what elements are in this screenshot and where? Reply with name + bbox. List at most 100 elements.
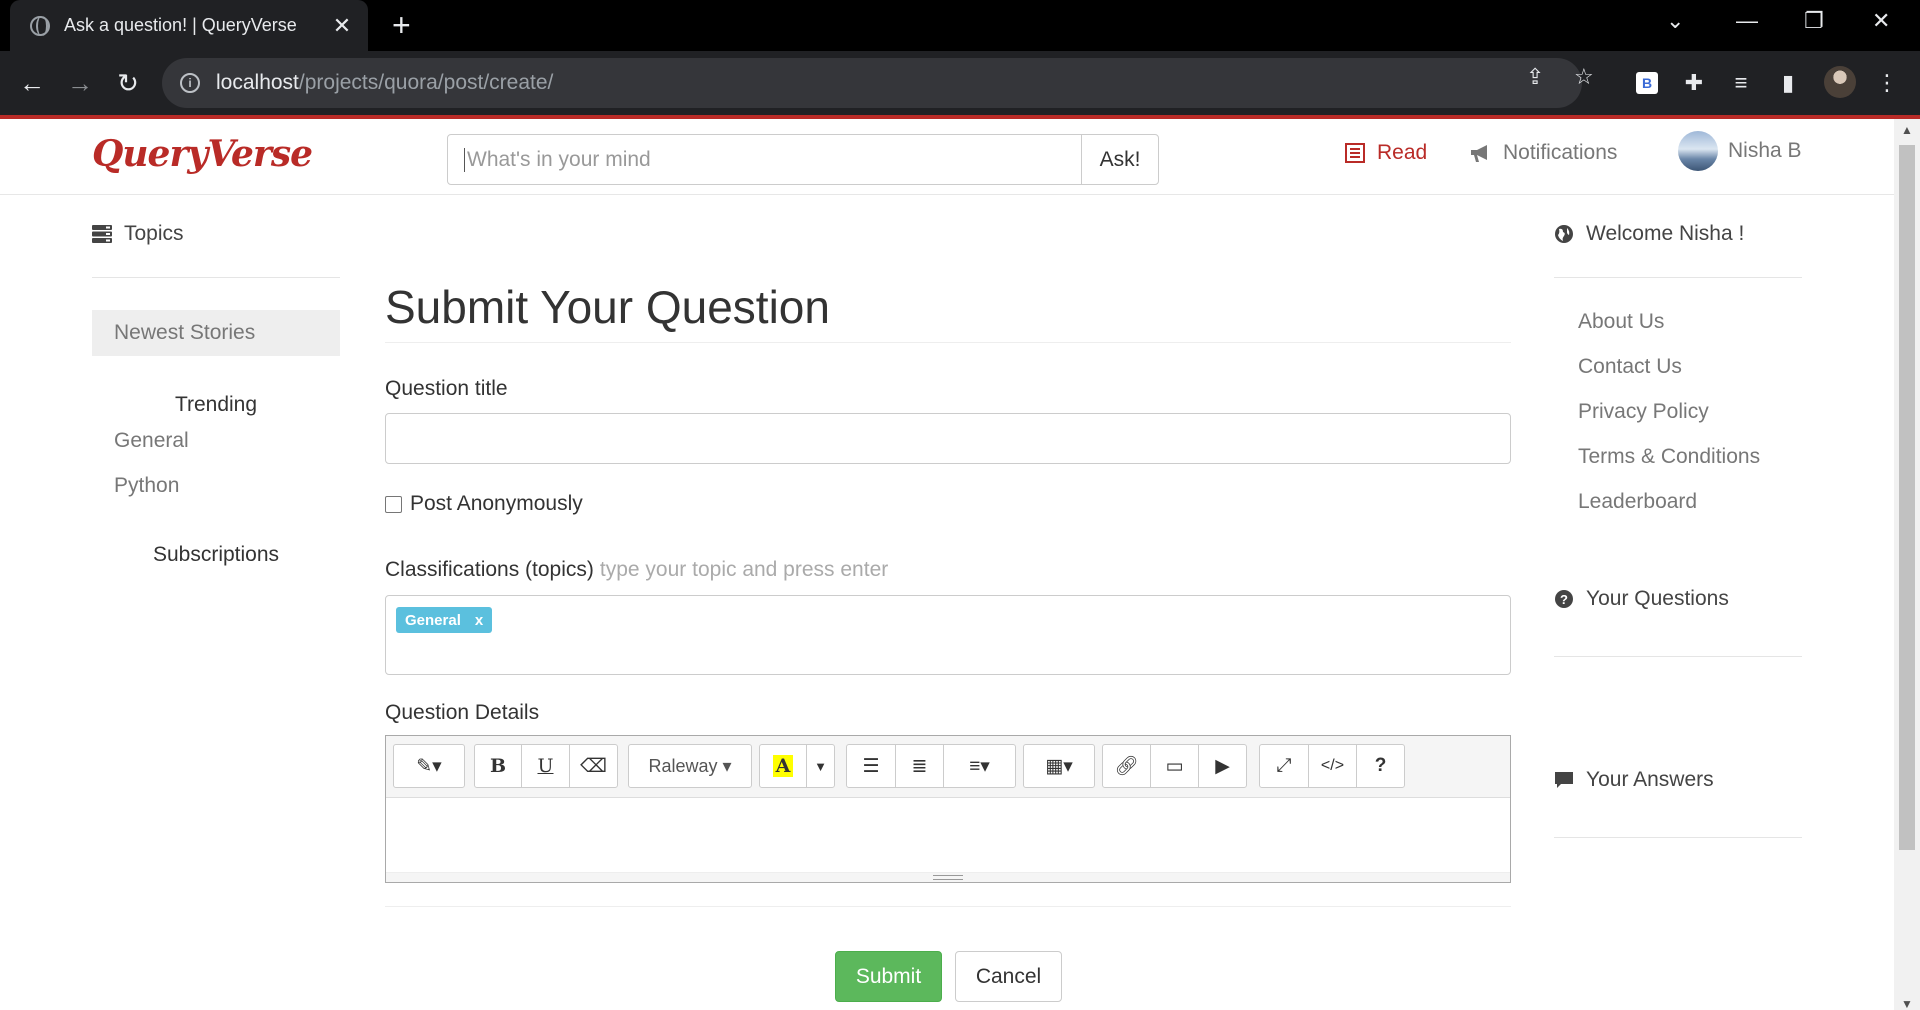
media-queue-icon[interactable]: ≡ bbox=[1726, 68, 1756, 98]
post-anonymously-label: Post Anonymously bbox=[410, 492, 583, 515]
tasks-icon bbox=[92, 225, 112, 243]
grip-icon bbox=[933, 875, 963, 880]
scroll-up-icon[interactable]: ▲ bbox=[1901, 123, 1913, 137]
trending-item-python[interactable]: Python bbox=[114, 474, 179, 498]
extension-b-icon[interactable]: B bbox=[1636, 72, 1658, 94]
ask-button[interactable]: Ask! bbox=[1081, 134, 1159, 185]
topics-hint: type your topic and press enter bbox=[599, 558, 889, 581]
topics-tag-input[interactable]: General x bbox=[385, 595, 1511, 675]
back-icon[interactable]: ← bbox=[14, 65, 50, 101]
nav-user-menu[interactable]: Nisha B bbox=[1678, 131, 1802, 171]
question-title-label: Question title bbox=[385, 377, 508, 400]
brand-logo[interactable]: QueryVerse bbox=[92, 133, 313, 175]
post-anonymously-option[interactable]: Post Anonymously bbox=[385, 492, 583, 516]
post-anonymously-checkbox[interactable] bbox=[385, 495, 402, 513]
contact-us-link[interactable]: Contact Us bbox=[1578, 355, 1682, 379]
nav-read-link[interactable]: Read bbox=[1345, 141, 1427, 165]
browser-profile-avatar[interactable] bbox=[1824, 66, 1856, 98]
divider bbox=[1554, 837, 1802, 838]
submit-button[interactable]: Submit bbox=[835, 951, 942, 1002]
browser-tab[interactable]: Ask a question! | QueryVerse ✕ bbox=[10, 0, 368, 51]
minimize-button[interactable]: — bbox=[1736, 8, 1758, 34]
your-questions-link[interactable]: ? Your Questions bbox=[1554, 587, 1729, 611]
browser-toolbar: ← → ↻ i localhost/projects/quora/post/cr… bbox=[0, 51, 1920, 115]
terms-conditions-link[interactable]: Terms & Conditions bbox=[1578, 445, 1760, 469]
font-color-icon[interactable]: A bbox=[759, 744, 807, 788]
tab-search-icon[interactable]: ⌄ bbox=[1666, 8, 1684, 34]
bookmark-star-icon[interactable]: ☆ bbox=[1574, 64, 1594, 90]
font-family-select[interactable]: Raleway ▾ bbox=[628, 744, 752, 788]
divider bbox=[1554, 656, 1802, 657]
nav-read-label: Read bbox=[1377, 141, 1428, 164]
search-input[interactable]: What's in your mind bbox=[447, 134, 1082, 185]
style-magic-icon[interactable]: ✎▾ bbox=[393, 744, 465, 788]
chevron-down-icon[interactable]: ▼ bbox=[806, 744, 835, 788]
topics-label-text: Classifications (topics) bbox=[385, 558, 594, 581]
bullet-list-icon[interactable]: ☰ bbox=[846, 744, 896, 788]
topic-tag: General x bbox=[396, 607, 493, 633]
editor-toolbar: ✎▾ B U ⌫ Raleway ▾ A ▼ ☰ ≣ ≡▾ ▦▾ 🔗︎ ▭ ▶ … bbox=[386, 736, 1510, 798]
divider bbox=[385, 342, 1511, 343]
question-circle-icon: ? bbox=[1555, 590, 1573, 608]
welcome-text: Welcome Nisha ! bbox=[1586, 222, 1745, 245]
topics-heading[interactable]: Topics bbox=[92, 222, 184, 246]
search-placeholder: What's in your mind bbox=[467, 147, 651, 171]
privacy-policy-link[interactable]: Privacy Policy bbox=[1578, 400, 1709, 424]
trending-item-general[interactable]: General bbox=[114, 429, 189, 453]
underline-button[interactable]: U bbox=[521, 744, 570, 788]
reload-icon[interactable]: ↻ bbox=[110, 65, 146, 101]
avatar bbox=[1678, 131, 1718, 171]
menu-kebab-icon[interactable]: ⋮ bbox=[1872, 68, 1902, 98]
nav-notifications-link[interactable]: Notifications bbox=[1469, 141, 1617, 165]
globe-icon bbox=[1555, 225, 1573, 243]
extensions-puzzle-icon[interactable]: ✚ bbox=[1679, 68, 1709, 98]
text-caret bbox=[464, 147, 465, 172]
subscriptions-heading: Subscriptions bbox=[152, 543, 280, 566]
page-title: Submit Your Question bbox=[385, 281, 830, 333]
side-panel-icon[interactable]: ▮ bbox=[1773, 68, 1803, 98]
nav-notifications-label: Notifications bbox=[1503, 141, 1618, 164]
site-info-icon[interactable]: i bbox=[180, 73, 200, 93]
url-host: localhost bbox=[216, 71, 299, 94]
globe-icon bbox=[30, 15, 50, 36]
code-view-icon[interactable]: </> bbox=[1308, 744, 1357, 788]
share-icon[interactable]: ⇪ bbox=[1526, 64, 1544, 90]
topic-tag-label: General bbox=[405, 611, 461, 629]
your-answers-label: Your Answers bbox=[1586, 768, 1714, 791]
editor-resize-handle[interactable] bbox=[386, 872, 1510, 882]
your-answers-link[interactable]: Your Answers bbox=[1554, 768, 1714, 792]
bullhorn-icon bbox=[1471, 145, 1487, 162]
divider bbox=[385, 906, 1511, 907]
align-icon[interactable]: ≡▾ bbox=[943, 744, 1016, 788]
new-tab-button[interactable]: + bbox=[392, 8, 411, 42]
numbered-list-icon[interactable]: ≣ bbox=[895, 744, 944, 788]
bold-button[interactable]: B bbox=[474, 744, 522, 788]
scrollbar-thumb[interactable] bbox=[1899, 145, 1915, 850]
site-navbar: QueryVerse What's in your mind Ask! Read… bbox=[0, 119, 1894, 195]
eraser-icon[interactable]: ⌫ bbox=[569, 744, 618, 788]
question-title-input[interactable] bbox=[385, 413, 1511, 464]
page-scrollbar[interactable]: ▲ ▼ bbox=[1894, 119, 1920, 1010]
link-icon[interactable]: 🔗︎ bbox=[1102, 744, 1151, 788]
question-details-editor[interactable] bbox=[386, 798, 1510, 872]
leaderboard-link[interactable]: Leaderboard bbox=[1578, 490, 1697, 514]
help-icon[interactable]: ? bbox=[1356, 744, 1405, 788]
restore-button[interactable]: ❐ bbox=[1804, 8, 1824, 34]
newest-stories-link[interactable]: Newest Stories bbox=[92, 310, 340, 356]
table-icon[interactable]: ▦▾ bbox=[1023, 744, 1095, 788]
fullscreen-icon[interactable]: ⤢ bbox=[1259, 744, 1309, 788]
forward-icon[interactable]: → bbox=[62, 65, 98, 101]
nav-user-name: Nisha B bbox=[1728, 139, 1802, 162]
divider bbox=[1554, 277, 1802, 278]
image-icon[interactable]: ▭ bbox=[1150, 744, 1199, 788]
question-details-label: Question Details bbox=[385, 701, 540, 724]
scroll-down-icon[interactable]: ▼ bbox=[1901, 997, 1913, 1010]
svg-text:?: ? bbox=[1560, 592, 1568, 607]
about-us-link[interactable]: About Us bbox=[1578, 310, 1664, 334]
video-icon[interactable]: ▶ bbox=[1198, 744, 1247, 788]
tab-close-icon[interactable]: ✕ bbox=[330, 13, 354, 39]
cancel-button[interactable]: Cancel bbox=[955, 951, 1062, 1002]
address-bar[interactable]: i localhost/projects/quora/post/create/ bbox=[162, 58, 1582, 108]
close-window-button[interactable]: ✕ bbox=[1872, 8, 1890, 34]
topic-tag-remove-button[interactable]: x bbox=[475, 612, 483, 629]
